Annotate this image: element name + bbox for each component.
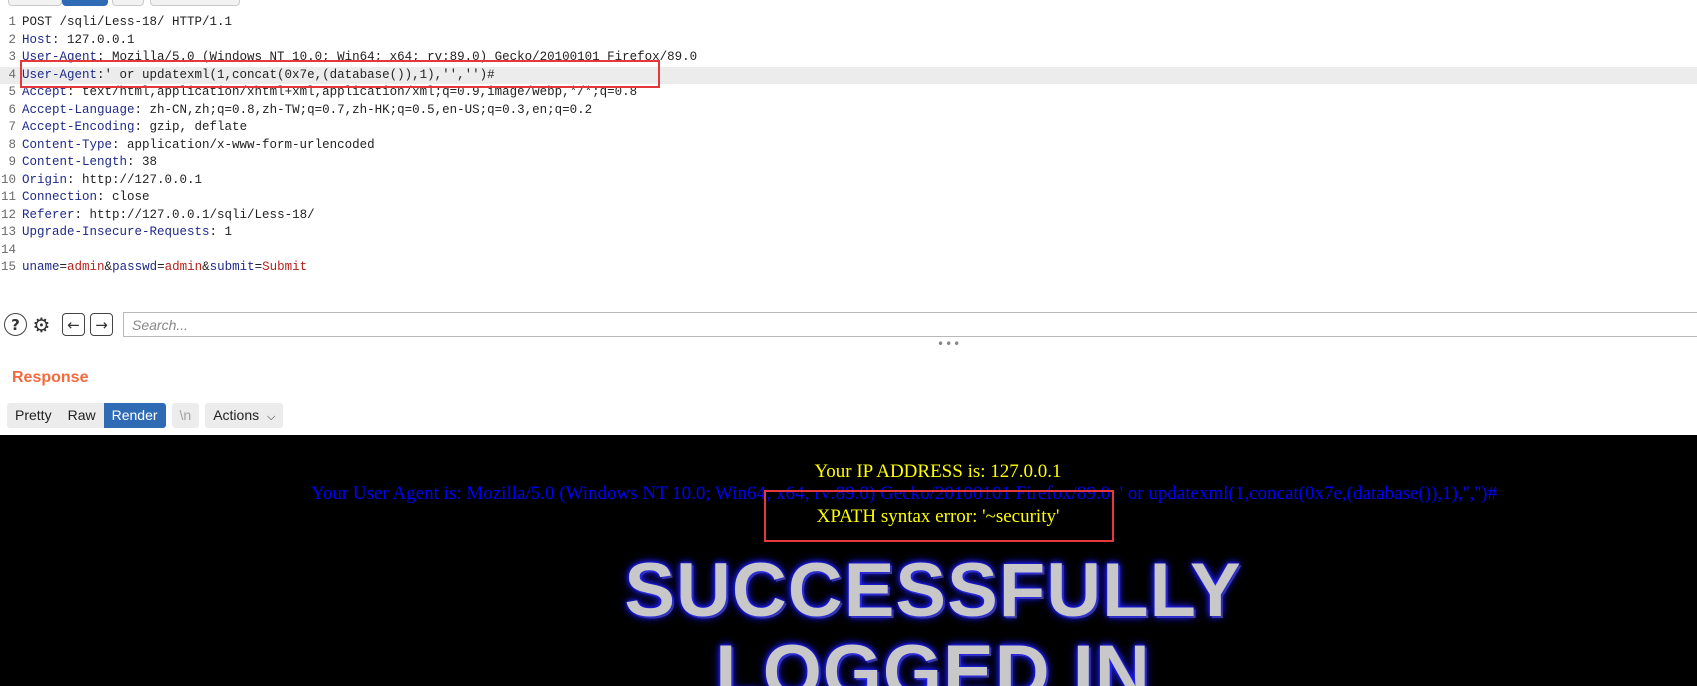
request-line[interactable]: 9 Content-Length: 38 <box>0 154 1697 171</box>
param-separator: & <box>104 260 113 274</box>
request-body-line[interactable]: 15 uname=admin&passwd=admin&submit=Submit <box>0 259 1697 276</box>
line-number: 9 <box>8 155 16 169</box>
banner-logged-in: LOGGED IN <box>715 630 1151 686</box>
request-line[interactable]: 8 Content-Type: application/x-www-form-ur… <box>0 137 1697 154</box>
header-value: 38 <box>134 155 158 169</box>
header-name: Upgrade-Insecure-Requests <box>22 225 210 239</box>
header-value: application/x-www-form-urlencoded <box>119 137 375 152</box>
help-icon[interactable]: ? <box>4 313 27 336</box>
banner-successfully: SUCCESSFULLY <box>624 548 1242 633</box>
param-value: admin <box>67 260 105 274</box>
line-number: 2 <box>8 32 16 47</box>
tab-render[interactable]: Render <box>103 403 166 428</box>
header-value: close <box>104 190 150 204</box>
line-number: 7 <box>8 120 16 134</box>
request-line[interactable]: 13 Upgrade-Insecure-Requests: 1 <box>0 224 1697 241</box>
header-value: gzip, deflate <box>142 120 248 134</box>
highlight-box-payload <box>20 60 660 88</box>
line-number: 5 <box>8 85 16 99</box>
line-number: 12 <box>0 207 16 222</box>
header-name: Connection <box>22 190 98 204</box>
top-tab-active[interactable] <box>62 0 108 6</box>
request-line[interactable]: 7 Accept-Encoding: gzip, deflate <box>0 119 1697 136</box>
param-separator: = <box>157 260 165 274</box>
header-name: Origin <box>22 172 68 187</box>
newline-toggle-button[interactable]: \n <box>171 403 200 428</box>
header-value: http://127.0.0.1 <box>74 172 203 187</box>
line-number: 4 <box>8 67 16 82</box>
header-name: Host <box>22 32 53 47</box>
highlight-box-error <box>764 490 1114 542</box>
request-line[interactable]: 12 Referer: http://127.0.0.1/sqli/Less-18… <box>0 207 1697 224</box>
header-name: Content-Type <box>22 137 113 152</box>
request-line-text: POST /sqli/Less-18/ HTTP/1.1 <box>22 15 233 29</box>
back-arrow-icon[interactable]: ← <box>62 313 85 336</box>
request-line[interactable]: 1 POST /sqli/Less-18/ HTTP/1.1 <box>0 14 1697 31</box>
header-value: http://127.0.0.1/sqli/Less-18/ <box>82 207 315 222</box>
response-view-tabs: Pretty Raw Render \n Actions ⌵ <box>7 403 284 428</box>
chevron-down-icon: ⌵ <box>267 411 276 423</box>
request-line[interactable]: 11 Connection: close <box>0 189 1697 206</box>
line-number: 8 <box>8 137 16 152</box>
line-number: 3 <box>8 50 16 64</box>
rendered-response: Your IP ADDRESS is: 127.0.0.1 Your User … <box>0 435 1697 686</box>
top-tab[interactable] <box>8 0 62 6</box>
header-value: 1 <box>217 225 233 239</box>
search-toolbar: ? ⚙ ← → <box>0 310 1697 340</box>
header-value: 127.0.0.1 <box>59 32 135 47</box>
line-number: 10 <box>0 172 16 187</box>
request-line[interactable]: 10 Origin: http://127.0.0.1 <box>0 172 1697 189</box>
top-tab-strip <box>0 0 1697 6</box>
param-separator: = <box>59 260 68 274</box>
ip-address-text: Your IP ADDRESS is: 127.0.0.1 <box>814 461 1062 482</box>
pane-splitter[interactable]: ••• <box>0 338 1697 350</box>
request-editor[interactable]: 1 POST /sqli/Less-18/ HTTP/1.1 2 Host: 127.… <box>0 14 1697 284</box>
search-input[interactable] <box>124 313 1697 336</box>
request-line[interactable]: 6 Accept-Language: zh-CN,zh;q=0.8,zh-TW;q… <box>0 102 1697 119</box>
line-number: 11 <box>0 190 16 204</box>
param-name: submit <box>209 260 255 274</box>
request-line[interactable]: 14 <box>0 242 1697 259</box>
actions-dropdown[interactable]: Actions ⌵ <box>205 403 284 428</box>
param-name: uname <box>22 260 60 274</box>
header-name: Content-Length <box>22 155 128 169</box>
line-number: 6 <box>8 102 16 117</box>
param-value: admin <box>164 260 203 274</box>
request-line[interactable]: 2 Host: 127.0.0.1 <box>0 32 1697 49</box>
header-name: Referer <box>22 207 75 222</box>
param-name: passwd <box>112 260 158 274</box>
line-number: 1 <box>8 15 16 29</box>
tab-raw[interactable]: Raw <box>59 403 104 428</box>
forward-arrow-icon[interactable]: → <box>90 313 113 336</box>
splitter-grip-icon[interactable]: ••• <box>937 338 961 350</box>
line-number: 15 <box>0 260 16 274</box>
response-title: Response <box>12 369 89 386</box>
search-box <box>123 312 1697 337</box>
actions-label: Actions <box>213 407 260 423</box>
line-number: 14 <box>0 242 16 257</box>
gear-icon[interactable]: ⚙ <box>30 313 53 337</box>
tab-pretty[interactable]: Pretty <box>7 403 60 428</box>
param-value: Submit <box>262 260 308 274</box>
header-name: Accept-Language <box>22 102 135 117</box>
line-number: 13 <box>0 225 16 239</box>
header-value: zh-CN,zh;q=0.8,zh-TW;q=0.7,zh-HK;q=0.5,e… <box>142 102 593 117</box>
top-tab[interactable] <box>150 0 240 6</box>
top-tab[interactable] <box>112 0 144 6</box>
param-separator: & <box>202 260 210 274</box>
header-name: Accept-Encoding <box>22 120 135 134</box>
